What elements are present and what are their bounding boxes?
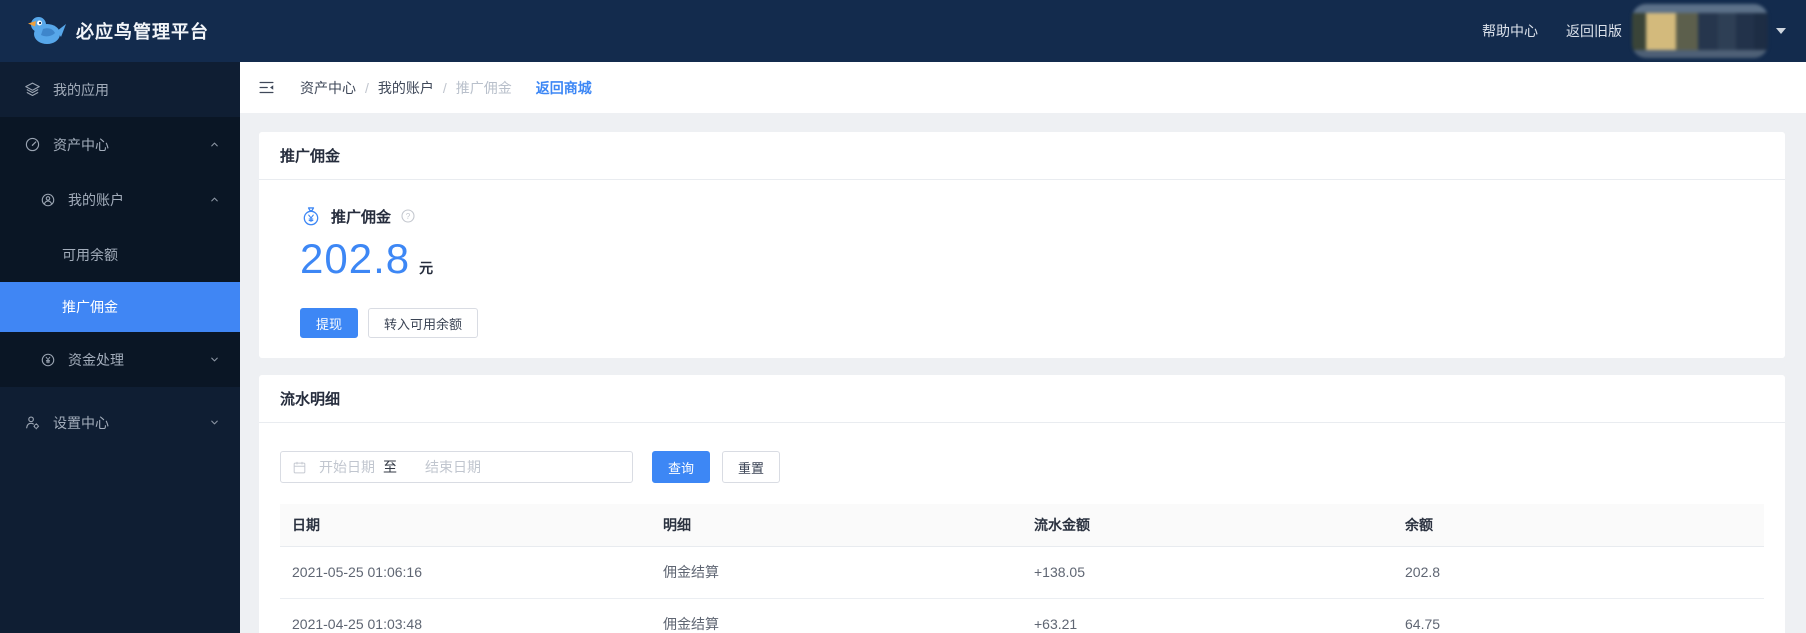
sidebar-item-my-account[interactable]: 我的账户	[0, 172, 240, 227]
table-cell: +63.21	[1022, 598, 1393, 633]
brand: 必应鸟管理平台	[28, 14, 209, 48]
sidebar-item-label: 我的账户	[68, 191, 124, 208]
sidebar: 我的应用 资产中心 我的账户 可用余额 推广佣金 资金处理 设置中心	[0, 62, 240, 633]
start-date-placeholder: 开始日期	[319, 459, 375, 475]
end-date-placeholder: 结束日期	[425, 459, 481, 475]
table-cell: 64.75	[1393, 598, 1764, 633]
shell: 我的应用 资产中心 我的账户 可用余额 推广佣金 资金处理 设置中心 资产中心 …	[0, 62, 1806, 633]
user-gear-icon	[24, 414, 41, 431]
main-area: 资产中心 / 我的账户 / 推广佣金 返回商城 推广佣金 推广佣金 ? 202.…	[240, 62, 1806, 633]
flow-table: 日期 明细 流水金额 余额 2021-05-25 01:06:16 佣金结算 +13…	[280, 504, 1764, 633]
chevron-up-icon	[209, 139, 220, 150]
layers-icon	[24, 81, 41, 98]
table-row: 2021-05-25 01:06:16 佣金结算 +138.05 202.8	[280, 546, 1764, 599]
date-range-picker[interactable]: 开始日期 至 结束日期	[280, 451, 633, 483]
header-right: 帮助中心 返回旧版	[1454, 0, 1786, 62]
commission-label: 推广佣金	[331, 208, 392, 226]
bird-logo-icon	[28, 17, 66, 44]
menu-fold-icon[interactable]	[258, 79, 275, 96]
column-header-flow-amount: 流水金额	[1022, 504, 1393, 547]
table-cell: +138.05	[1022, 546, 1393, 599]
chevron-down-icon	[209, 354, 220, 365]
commission-card-body: 推广佣金 ? 202.8 元 提现 转入可用余额	[259, 180, 1785, 358]
sidebar-item-label: 可用余额	[62, 246, 118, 263]
sidebar-item-label: 设置中心	[53, 414, 109, 431]
sidebar-item-settings-center[interactable]: 设置中心	[0, 395, 240, 450]
breadcrumb-separator: /	[442, 79, 447, 96]
flow-table-body: 2021-05-25 01:06:16 佣金结算 +138.05 202.8 2021-…	[280, 546, 1764, 633]
breadcrumb-bar: 资产中心 / 我的账户 / 推广佣金 返回商城	[240, 62, 1806, 113]
money-bag-icon	[303, 207, 319, 226]
transfer-to-balance-button[interactable]: 转入可用余额	[368, 308, 479, 338]
top-header: 必应鸟管理平台 帮助中心 返回旧版	[0, 0, 1806, 62]
table-cell: 佣金结算	[651, 546, 1022, 599]
date-range-separator: 至	[383, 459, 397, 475]
table-cell: 佣金结算	[651, 598, 1022, 633]
table-cell: 2021-05-25 01:06:16	[280, 546, 651, 599]
column-header-balance: 余额	[1393, 504, 1764, 547]
column-header-detail: 明细	[651, 504, 1022, 547]
content: 推广佣金 推广佣金 ? 202.8 元 提现 转入可用余额 流水明细 开始日期 …	[240, 113, 1806, 633]
table-cell: 2021-04-25 01:03:48	[280, 598, 651, 633]
withdraw-button[interactable]: 提现	[300, 308, 359, 338]
sidebar-item-asset-center[interactable]: 资产中心	[0, 117, 240, 172]
sidebar-item-available-balance[interactable]: 可用余额	[0, 227, 240, 282]
commission-amount: 202.8	[300, 235, 411, 282]
card-title: 流水明细	[280, 391, 341, 408]
yen-circle-icon	[40, 352, 56, 368]
dashboard-icon	[24, 136, 41, 153]
svg-text:?: ?	[406, 212, 411, 221]
commission-unit: 元	[419, 260, 434, 276]
user-menu-caret-icon[interactable]	[1776, 28, 1786, 34]
breadcrumb-item-asset-center[interactable]: 资产中心	[300, 78, 356, 98]
help-center-link[interactable]: 帮助中心	[1482, 21, 1538, 41]
sidebar-item-label: 我的应用	[53, 81, 109, 98]
sidebar-item-promotion-commission[interactable]: 推广佣金	[0, 282, 240, 332]
commission-card-head: 推广佣金	[259, 132, 1785, 180]
breadcrumb-item-my-account[interactable]: 我的账户	[378, 78, 434, 98]
breadcrumb-item-current: 推广佣金	[455, 79, 512, 96]
back-to-mall-link[interactable]: 返回商城	[536, 78, 592, 98]
commission-card: 推广佣金 推广佣金 ? 202.8 元 提现 转入可用余额	[259, 132, 1785, 358]
table-cell: 202.8	[1393, 546, 1764, 599]
return-old-version-link[interactable]: 返回旧版	[1566, 21, 1622, 41]
flow-card-head: 流水明细	[259, 375, 1785, 423]
reset-button[interactable]: 重置	[722, 451, 781, 483]
flow-card-body: 开始日期 至 结束日期 查询 重置 日期 明细 流水金额 余额 2021-05-…	[259, 423, 1785, 633]
chevron-down-icon	[209, 417, 220, 428]
sidebar-item-label: 资产中心	[53, 136, 109, 153]
question-circle-icon[interactable]: ?	[400, 208, 416, 224]
table-header-row: 日期 明细 流水金额 余额	[280, 504, 1764, 547]
card-title: 推广佣金	[280, 148, 341, 165]
sidebar-item-my-apps[interactable]: 我的应用	[0, 62, 240, 117]
breadcrumb: 资产中心 / 我的账户 / 推广佣金	[300, 78, 512, 98]
sidebar-item-label: 推广佣金	[62, 299, 118, 315]
sidebar-item-fund-processing[interactable]: 资金处理	[0, 332, 240, 387]
user-account-redacted[interactable]	[1632, 4, 1768, 58]
column-header-date: 日期	[280, 504, 651, 547]
brand-title: 必应鸟管理平台	[76, 22, 209, 42]
user-circle-icon	[40, 192, 56, 208]
asset-center-group: 资产中心 我的账户 可用余额 推广佣金 资金处理	[0, 117, 240, 387]
table-row: 2021-04-25 01:03:48 佣金结算 +63.21 64.75	[280, 598, 1764, 633]
chevron-up-icon	[209, 194, 220, 205]
breadcrumb-separator: /	[365, 79, 369, 96]
calendar-icon	[293, 461, 306, 473]
flow-detail-card: 流水明细 开始日期 至 结束日期 查询 重置 日期 明细 流水金额 余额 202…	[259, 375, 1785, 633]
app-window: 必应鸟管理平台 帮助中心 返回旧版 我的应用 资产中心 我的账户 可用余额 推广…	[0, 0, 1806, 633]
query-button[interactable]: 查询	[652, 451, 711, 483]
filter-row: 开始日期 至 结束日期 查询 重置	[280, 451, 1764, 483]
sidebar-item-label: 资金处理	[68, 351, 124, 368]
